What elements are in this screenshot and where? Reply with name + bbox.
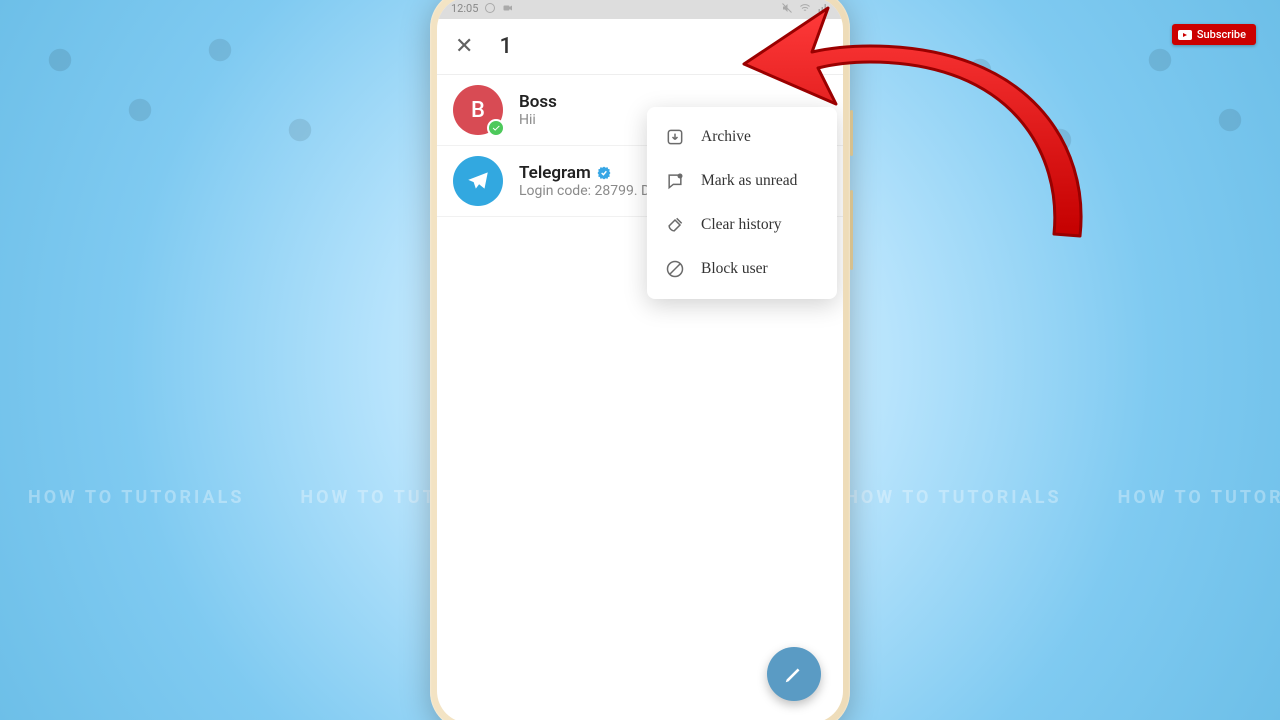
chat-list: B Boss Hii (437, 75, 843, 720)
ctx-block-user[interactable]: Block user (647, 247, 837, 291)
mark-unread-icon (665, 171, 685, 191)
avatar: B (453, 85, 503, 135)
selected-check-icon (487, 119, 505, 137)
phone-frame: 12:05 ✕ 1 B (430, 0, 850, 720)
mute-icon (781, 2, 793, 14)
chat-preview: Hii (519, 112, 557, 128)
block-icon (665, 259, 685, 279)
close-selection-button[interactable]: ✕ (455, 36, 473, 58)
ctx-label: Block user (701, 260, 768, 278)
sync-icon (484, 2, 496, 14)
youtube-play-icon (1178, 30, 1192, 40)
compose-fab[interactable] (767, 647, 821, 701)
ctx-label: Clear history (701, 216, 782, 234)
selection-header: ✕ 1 (437, 19, 843, 75)
broom-icon (665, 215, 685, 235)
chat-preview: Login code: 28799. D (519, 183, 650, 199)
avatar (453, 156, 503, 206)
chat-name: Boss (519, 92, 557, 112)
pencil-icon (783, 663, 805, 685)
archive-icon (665, 127, 685, 147)
context-menu: Archive Mark as unread Clear history Blo… (647, 107, 837, 299)
video-icon (502, 2, 514, 14)
selection-count: 1 (499, 34, 512, 59)
status-bar: 12:05 (437, 0, 843, 19)
chat-name: Telegram (519, 163, 591, 183)
verified-icon (597, 166, 611, 180)
signal-icon (817, 2, 829, 14)
telegram-icon (465, 168, 491, 194)
ctx-label: Archive (701, 128, 751, 146)
ctx-archive[interactable]: Archive (647, 115, 837, 159)
ctx-clear-history[interactable]: Clear history (647, 203, 837, 247)
ctx-label: Mark as unread (701, 172, 797, 190)
ctx-mark-unread[interactable]: Mark as unread (647, 159, 837, 203)
subscribe-button[interactable]: Subscribe (1172, 24, 1256, 45)
subscribe-label: Subscribe (1197, 28, 1246, 41)
status-time: 12:05 (451, 2, 478, 15)
wifi-icon (799, 2, 811, 14)
